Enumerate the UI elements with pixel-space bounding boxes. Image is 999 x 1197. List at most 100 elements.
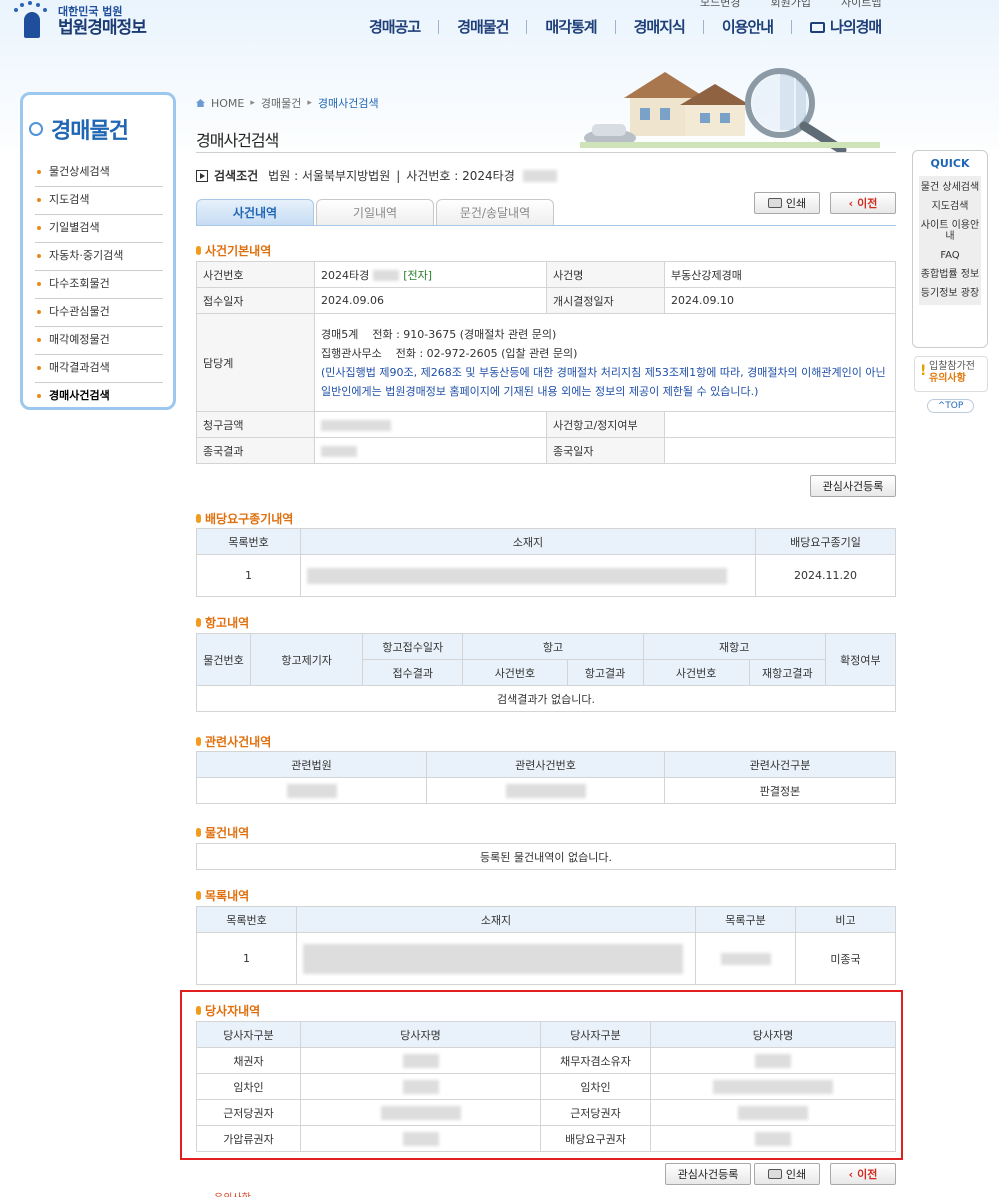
gnb-auction-knowledge[interactable]: 경매지식 [614,20,703,35]
interest-register-button[interactable]: 관심사건등록 [810,475,896,497]
quick-item-map-search[interactable]: 지도검색 [919,197,981,216]
tab-schedule[interactable]: 기일내역 [316,199,434,225]
top-button[interactable]: ^TOP [927,399,974,413]
col-appeal-result: 항고결과 [566,659,644,686]
tab-case-details[interactable]: 사건내역 [196,199,314,225]
case-name-value: 부동산강제경매 [664,261,896,288]
case-no-cell: 2024타경 [전자] [314,261,547,288]
table-row: 사건번호 2024타경 [전자] 사건명 부동산강제경매 [196,261,896,288]
final-date-label: 종국일자 [546,437,665,464]
section-related-title: 관련사건내역 [196,733,271,750]
quick-item-faq[interactable]: FAQ [919,246,981,265]
col-location: 소재지 [300,528,756,555]
quick-menu: QUICK 물건 상세검색 지도검색 사이트 이용안내 FAQ 종합법률 정보 … [912,150,988,348]
quick-menu-list: 물건 상세검색 지도검색 사이트 이용안내 FAQ 종합법률 정보 등기정보 광… [919,176,981,305]
quick-item-registry[interactable]: 등기정보 광장 [919,284,981,303]
breadcrumb-separator-icon: ▸ [307,98,312,108]
highlight-box [180,990,903,1160]
col-appeal-date: 항고접수일자 [362,633,464,660]
tabs: 사건내역 기일내역 문건/송달내역 [196,199,554,225]
lnb-item-most-viewed[interactable]: 다수조회물건 [35,271,163,299]
electronic-tag: [전자] [403,268,433,282]
tab-underline [196,225,896,226]
items-empty-message: 등록된 물건내역이 없습니다. [196,843,896,870]
gnb-auction-notice[interactable]: 경매공고 [369,20,438,35]
prev-button[interactable]: ‹ 이전 [830,192,896,214]
col-list-location: 소재지 [296,906,696,933]
col-related-type: 관련사건구분 [664,751,896,778]
print-button-bottom[interactable]: 인쇄 [754,1163,820,1185]
quick-item-detail-search[interactable]: 물건 상세검색 [919,178,981,197]
top-links: 모드변경 회원가입 사이트맵 [700,0,881,10]
table-header-row: 물건번호 항고제기자 항고접수일자 항고 재항고 확정여부 [195,633,897,686]
related-table: 관련법원 관련사건번호 관련사건구분 판결정본 [196,751,896,804]
lnb-item-case-search[interactable]: 경매사건검색 [35,383,163,411]
top-link-mode[interactable]: 모드변경 [700,0,740,10]
table-header-row: 목록번호 소재지 목록구분 비고 [196,906,896,933]
department-line-1: 경매5계 전화 : 910-3675 (경매절차 관련 문의) [321,327,557,341]
appeal-status-label: 사건항고/정지여부 [546,411,665,438]
gnb-usage-guide[interactable]: 이용안내 [702,20,791,35]
redacted-location [307,567,727,584]
case-name-label: 사건명 [546,261,665,288]
lnb-item-date-search[interactable]: 기일별검색 [35,215,163,243]
case-no-value: 2024타경 [321,268,370,282]
top-link-sitemap[interactable]: 사이트맵 [841,0,881,10]
lnb-item-most-interest[interactable]: 다수관심물건 [35,299,163,327]
bid-caution-link[interactable]: ! 입찰참가전 유의사항 [914,356,988,392]
col-reappeal: 재항고 [642,633,826,660]
breadcrumb: HOME ▸ 경매물건 ▸ 경매사건검색 [196,95,379,111]
chevron-left-icon: ‹ [848,1167,854,1181]
interest-register-button-bottom[interactable]: 관심사건등록 [665,1163,751,1185]
lnb-item-map-search[interactable]: 지도검색 [35,187,163,215]
lnb-item-detail-search[interactable]: 물건상세검색 [35,159,163,187]
top-link-join[interactable]: 회원가입 [770,0,810,10]
quick-item-site-guide[interactable]: 사이트 이용안내 [919,216,981,246]
exclamation-icon: ! [920,363,927,379]
col-list-no: 목록번호 [196,528,301,555]
lnb-item-sale-results[interactable]: 매각결과검색 [35,355,163,383]
quick-menu-title: QUICK [930,157,970,170]
quick-item-law-info[interactable]: 종합법률 정보 [919,265,981,284]
home-icon [196,99,205,107]
caution-line-2: 유의사항 [929,373,966,384]
col-list-type: 목록구분 [695,906,796,933]
col-list-note: 비고 [795,906,896,933]
related-caseno-cell [426,777,665,804]
breadcrumb-home[interactable]: HOME [211,97,244,110]
section-basic-title: 사건기본내역 [196,242,271,259]
bottom-warning: 유의사항 [214,1189,251,1197]
breadcrumb-auction-items[interactable]: 경매물건 [261,95,301,111]
department-notice: (민사집행법 제90조, 제268조 및 부동산등에 대한 경매절차 처리지침 … [321,365,886,398]
redacted-related-caseno [505,783,586,798]
lnb-item-upcoming-sale[interactable]: 매각예정물건 [35,327,163,355]
appeal-table: 물건번호 항고제기자 항고접수일자 항고 재항고 확정여부 접수결과 사건번호 … [195,633,897,712]
lnb-item-vehicle-search[interactable]: 자동차·중기검색 [35,243,163,271]
search-conditions: 검색조건 법원 : 서울북부지방법원 | 사건번호 : 2024타경 [196,167,557,184]
gnb-my-auction[interactable]: 나의경매 [791,20,899,35]
court-condition: 법원 : 서울북부지방법원 [268,169,391,183]
gnb-auction-items[interactable]: 경매물건 [438,20,526,35]
table-row: 청구금액 사건항고/정지여부 [196,411,896,438]
gnb-sales-stats[interactable]: 매각통계 [526,20,614,35]
list-table: 목록번호 소재지 목록구분 비고 1 미종국 [196,906,896,985]
receipt-date-label: 접수일자 [196,287,315,314]
search-conditions-label: 검색조건 [214,169,259,183]
claim-amount-cell [314,411,547,438]
table-header-row: 목록번호 소재지 배당요구종기일 [196,528,896,555]
prev-button-bottom[interactable]: ‹ 이전 [830,1163,896,1185]
redacted-final-result [321,445,357,457]
case-no-label: 사건번호 [196,261,315,288]
redacted-related-court [286,783,337,798]
list-location-cell [296,932,696,985]
site-logo[interactable]: 대한민국 법원 법원경매정보 [12,0,147,42]
arrow-box-icon [196,169,208,182]
caution-line-1: 입찰참가전 [929,361,975,372]
appeal-status-value [664,411,896,438]
case-number-condition: 사건번호 : 2024타경 [406,169,515,183]
redacted-case-no [373,270,400,281]
redacted-claim-amount [321,419,391,431]
tab-documents[interactable]: 문건/송달내역 [436,199,554,225]
related-court-cell [196,777,427,804]
print-button[interactable]: 인쇄 [754,192,820,214]
